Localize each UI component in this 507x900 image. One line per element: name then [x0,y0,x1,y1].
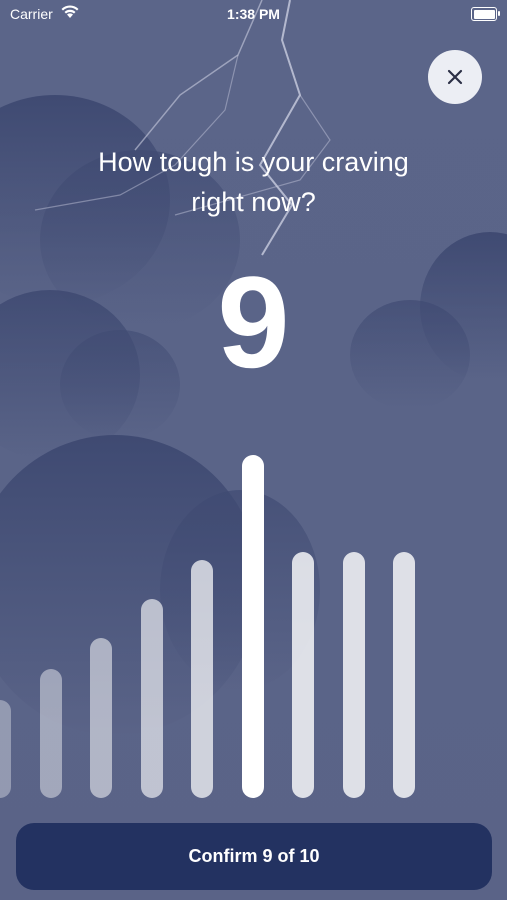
rating-bar-11[interactable] [342,552,365,798]
rating-bar-4[interactable] [0,700,11,798]
question-line-1: How tough is your craving [98,147,409,177]
rating-bar-8[interactable] [191,560,213,798]
craving-question: How tough is your craving right now? [40,142,467,222]
rating-bar-10[interactable] [292,552,314,798]
rating-bar-6[interactable] [90,638,112,798]
rating-bar-12[interactable] [393,552,415,798]
craving-screen: Carrier 1:38 PM How tough is your cravin… [0,0,507,900]
battery-icon [471,7,500,21]
close-icon [447,69,463,85]
status-bar: Carrier 1:38 PM [0,0,507,28]
rating-bar-5[interactable] [39,669,62,798]
confirm-button[interactable]: Confirm 9 of 10 [16,823,492,890]
question-line-2: right now? [191,187,316,217]
rating-bar-9[interactable] [241,455,264,798]
selected-rating: 9 [217,249,290,395]
status-time: 1:38 PM [227,6,280,22]
close-button[interactable] [428,50,482,104]
rating-bar-7[interactable] [140,599,163,798]
